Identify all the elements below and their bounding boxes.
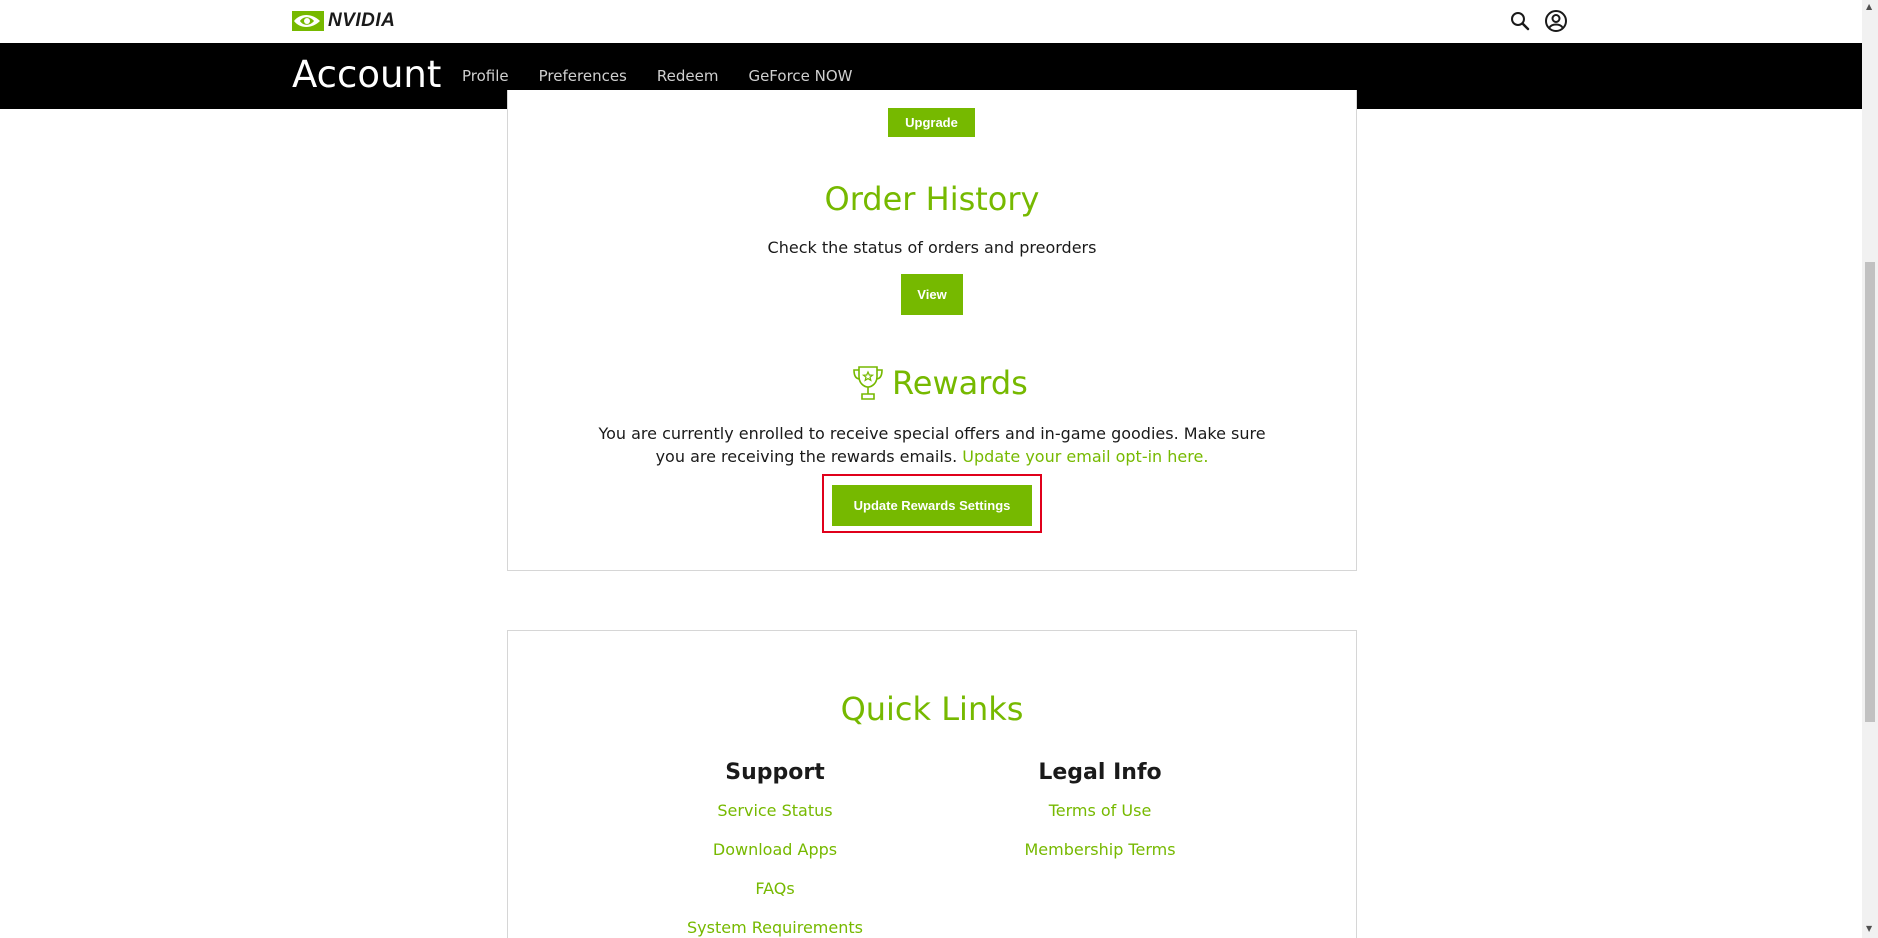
nvidia-eye-icon — [292, 11, 324, 31]
legal-column: Legal Info Terms of Use Membership Terms — [970, 760, 1230, 879]
order-history-title: Order History — [824, 180, 1040, 218]
view-orders-button[interactable]: View — [901, 274, 963, 315]
search-icon[interactable] — [1508, 9, 1532, 33]
trophy-icon — [853, 366, 883, 400]
order-history-description: Check the status of orders and preorders — [767, 238, 1097, 257]
rewards-description-text: you are receiving the rewards emails. — [655, 447, 958, 466]
nav-link-profile[interactable]: Profile — [462, 67, 509, 85]
link-membership-terms[interactable]: Membership Terms — [970, 840, 1230, 879]
nav-links: Profile Preferences Redeem GeForce NOW — [462, 67, 853, 85]
link-system-requirements[interactable]: System Requirements — [645, 918, 905, 938]
header-icons — [1508, 9, 1568, 33]
support-column: Support Service Status Download Apps FAQ… — [645, 760, 905, 938]
account-icon[interactable] — [1544, 9, 1568, 33]
upgrade-button[interactable]: Upgrade — [888, 108, 975, 137]
rewards-description-line1: You are currently enrolled to receive sp… — [598, 424, 1266, 443]
scroll-down-arrow-icon[interactable]: ▼ — [1866, 924, 1872, 933]
page-scrollbar[interactable]: ▲ ▼ — [1862, 0, 1878, 938]
nvidia-logo[interactable]: NVIDIA — [292, 8, 395, 34]
legal-heading: Legal Info — [1038, 760, 1162, 785]
nav-title: Account — [292, 53, 442, 96]
quick-links-title: Quick Links — [840, 690, 1024, 728]
support-heading: Support — [725, 760, 825, 785]
rewards-title: Rewards — [892, 364, 1028, 402]
logo-text: NVIDIA — [328, 10, 396, 31]
rewards-description-line2: you are receiving the rewards emails. Up… — [507, 445, 1357, 468]
nav-link-redeem[interactable]: Redeem — [657, 67, 719, 85]
rewards-description: You are currently enrolled to receive sp… — [507, 422, 1357, 468]
rewards-heading: Rewards — [852, 364, 1028, 402]
link-terms-of-use[interactable]: Terms of Use — [970, 801, 1230, 840]
page: NVIDIA Account Profile Preferences Redee… — [0, 0, 1878, 938]
nav-link-preferences[interactable]: Preferences — [539, 67, 627, 85]
update-rewards-settings-button[interactable]: Update Rewards Settings — [832, 485, 1032, 526]
scroll-up-arrow-icon[interactable]: ▲ — [1866, 2, 1872, 11]
link-service-status[interactable]: Service Status — [645, 801, 905, 840]
nav-link-geforce-now[interactable]: GeForce NOW — [748, 67, 852, 85]
top-bar: NVIDIA — [0, 0, 1862, 43]
link-download-apps[interactable]: Download Apps — [645, 840, 905, 879]
link-faqs[interactable]: FAQs — [645, 879, 905, 918]
scroll-thumb[interactable] — [1865, 262, 1875, 722]
email-optin-link[interactable]: Update your email opt-in here. — [962, 447, 1208, 466]
